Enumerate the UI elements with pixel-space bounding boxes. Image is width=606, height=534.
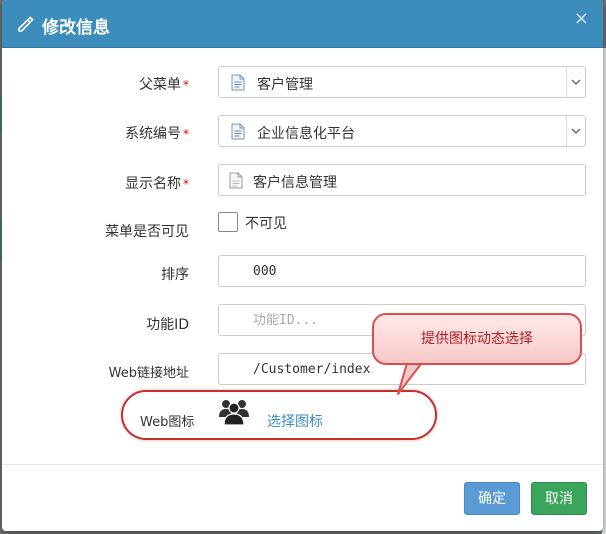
web-icon-label: Web图标 xyxy=(140,415,195,430)
users-icon xyxy=(219,400,249,425)
menu-visible-checkbox[interactable] xyxy=(218,212,238,232)
cancel-button[interactable]: 取消 xyxy=(531,482,587,515)
confirm-button[interactable]: 确定 xyxy=(464,482,520,515)
chevron-down-icon[interactable] xyxy=(566,67,585,97)
footer-divider xyxy=(2,464,603,465)
parent-menu-select[interactable]: 客户管理 xyxy=(218,66,586,98)
system-code-select[interactable]: 企业信息化平台 xyxy=(218,115,586,147)
close-button[interactable]: × xyxy=(574,8,589,29)
dialog-header: 修改信息 × xyxy=(2,0,603,48)
web-url-label: Web链接地址 xyxy=(108,366,189,381)
required-mark: * xyxy=(183,127,189,141)
system-code-label-text: 系统编号 xyxy=(125,126,181,142)
sort-input[interactable] xyxy=(218,255,586,287)
document-icon xyxy=(231,123,245,140)
function-id-label: 功能ID xyxy=(146,317,189,333)
system-code-label: 系统编号 * xyxy=(125,123,189,143)
file-icon xyxy=(229,172,243,189)
callout-pointer xyxy=(397,360,426,395)
menu-visible-label: 菜单是否可见 xyxy=(105,224,189,240)
display-name-label: 显示名称 * xyxy=(125,173,189,193)
display-name-input[interactable]: 客户信息管理 xyxy=(218,164,586,196)
sort-label: 排序 xyxy=(161,267,189,283)
display-name-value: 客户信息管理 xyxy=(253,175,337,191)
choose-icon-link[interactable]: 选择图标 xyxy=(267,411,323,431)
menu-visible-option-label[interactable]: 不可见 xyxy=(245,213,287,233)
display-name-label-text: 显示名称 xyxy=(125,176,181,192)
parent-menu-value: 客户管理 xyxy=(257,77,313,93)
parent-menu-label: 父菜单 * xyxy=(139,74,189,94)
annotation-callout: 提供图标动态选择 xyxy=(372,313,582,365)
required-mark: * xyxy=(183,78,189,92)
edit-info-dialog: 修改信息 × 父菜单* 客户管理 系统编号* 企业信息化平台 显示名称* xyxy=(2,0,603,531)
required-mark: * xyxy=(183,177,189,191)
dialog-title: 修改信息 xyxy=(42,18,110,38)
parent-menu-label-text: 父菜单 xyxy=(139,77,181,93)
document-icon xyxy=(231,74,245,91)
system-code-value: 企业信息化平台 xyxy=(257,126,355,142)
pencil-icon xyxy=(18,16,34,32)
chevron-down-icon[interactable] xyxy=(566,116,585,146)
